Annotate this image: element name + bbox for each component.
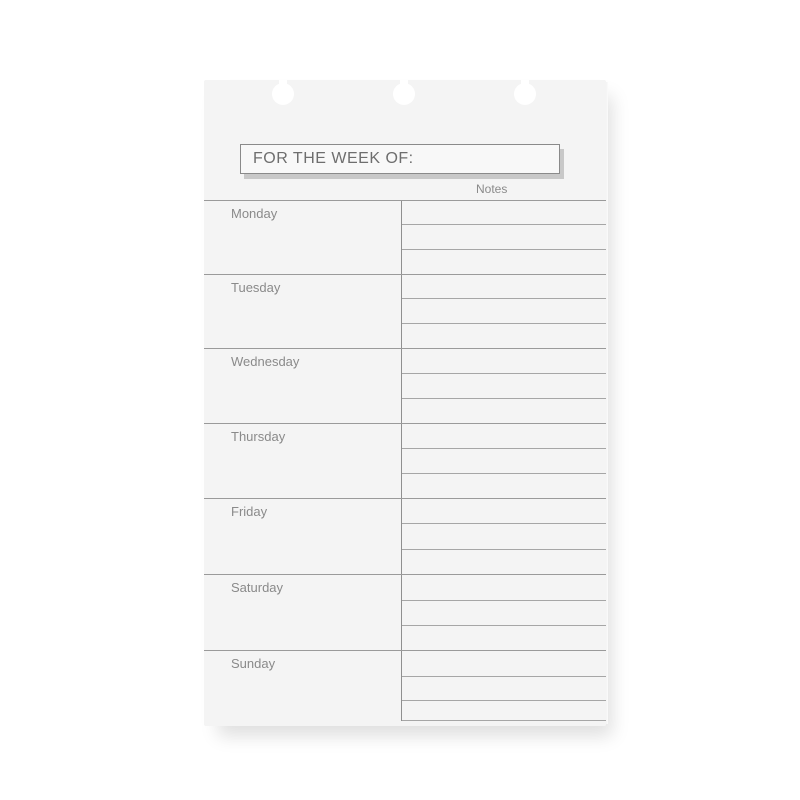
notes-line[interactable] (402, 625, 606, 626)
day-label: Sunday (231, 656, 276, 671)
notes-line[interactable] (402, 676, 606, 677)
product-photo-stage: FOR THE WEEK OF: Notes Monday Tuesday We… (0, 0, 800, 800)
notes-line[interactable] (402, 373, 606, 374)
day-label: Monday (231, 206, 278, 221)
disc-slot-icon (272, 80, 294, 105)
week-grid: Monday Tuesday Wednesday Thursday Friday… (204, 200, 606, 721)
week-of-field[interactable]: FOR THE WEEK OF: (240, 144, 560, 174)
disc-slot-icon (514, 80, 536, 105)
notes-line[interactable] (402, 224, 606, 225)
notes-line[interactable] (402, 323, 606, 324)
day-row-thursday[interactable]: Thursday (204, 423, 606, 498)
notes-line[interactable] (402, 473, 606, 474)
notes-line[interactable] (402, 523, 606, 524)
day-label: Saturday (231, 580, 284, 595)
notes-line[interactable] (402, 700, 606, 701)
notes-line[interactable] (402, 398, 606, 399)
binder-disc-slot-1 (268, 80, 298, 112)
notes-line[interactable] (402, 448, 606, 449)
disc-slot-icon (393, 80, 415, 105)
day-label: Thursday (231, 429, 286, 444)
notes-line[interactable] (402, 549, 606, 550)
day-row-monday[interactable]: Monday (204, 200, 606, 275)
notes-line[interactable] (402, 249, 606, 250)
day-row-saturday[interactable]: Saturday (204, 574, 606, 649)
notes-column-header: Notes (476, 182, 508, 196)
weekly-planner-sheet: FOR THE WEEK OF: Notes Monday Tuesday We… (204, 80, 606, 726)
week-of-label: FOR THE WEEK OF: (253, 150, 414, 167)
day-row-tuesday[interactable]: Tuesday (204, 274, 606, 349)
binder-disc-slot-3 (510, 80, 540, 112)
day-row-sunday[interactable]: Sunday (204, 650, 606, 725)
day-row-friday[interactable]: Friday (204, 498, 606, 573)
notes-line[interactable] (402, 298, 606, 299)
binder-disc-slot-2 (389, 80, 419, 112)
notes-line-bottom[interactable] (402, 720, 606, 721)
day-label: Wednesday (231, 354, 300, 369)
day-label: Tuesday (231, 280, 281, 295)
notes-line[interactable] (402, 600, 606, 601)
day-row-wednesday[interactable]: Wednesday (204, 348, 606, 423)
day-label: Friday (231, 504, 268, 519)
